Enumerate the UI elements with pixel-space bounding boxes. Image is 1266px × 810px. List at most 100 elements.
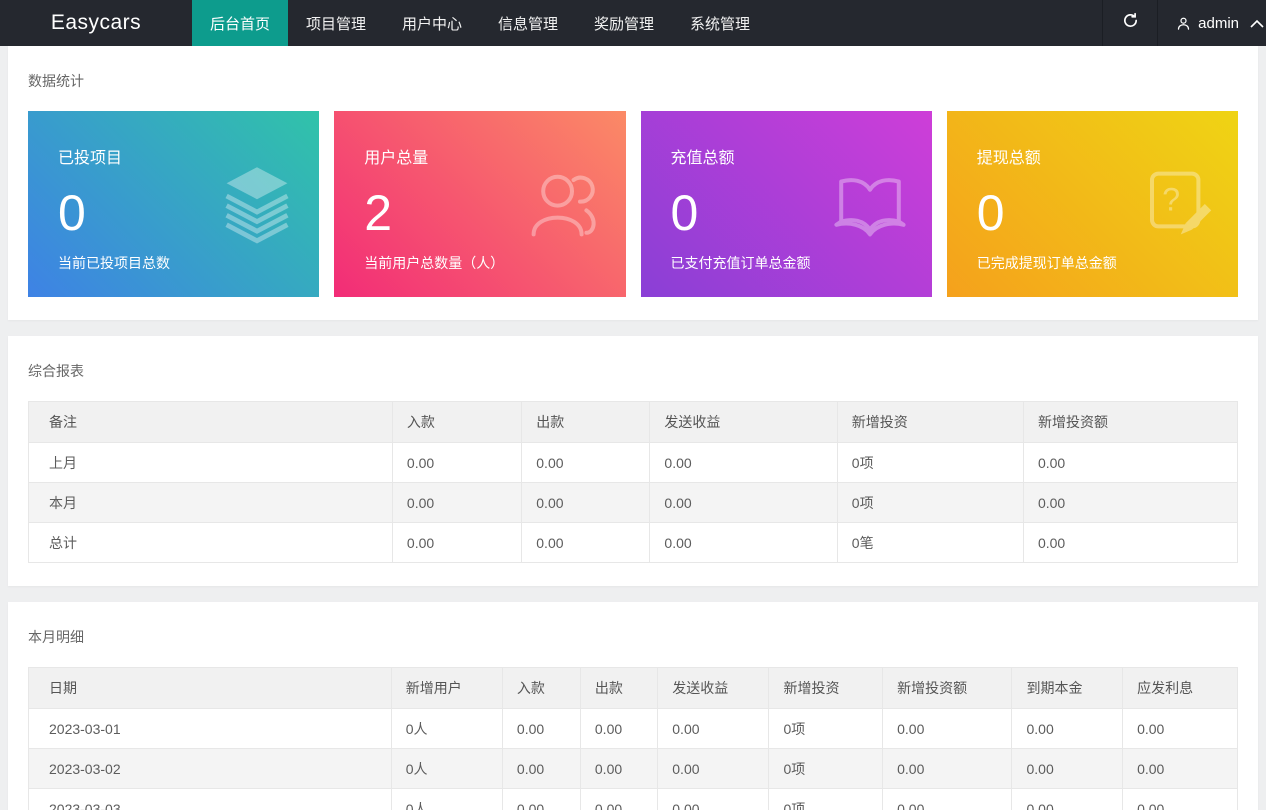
svg-text:?: ? (1162, 181, 1180, 217)
table-cell: 0.00 (1022, 482, 1239, 523)
summary-section-title: 综合报表 (28, 363, 84, 379)
table-cell: 0.00 (521, 522, 651, 563)
table-row: 2023-03-02 0人 0.00 0.00 0.00 0项 0.00 0.00 0.00 (28, 748, 1238, 789)
table-row: 2023-03-01 0人 0.00 0.00 0.00 0项 0.00 0.00 0.00 (28, 708, 1238, 749)
stats-panel: 数据统计 已投项目 0 当前已投项目总数 用户总量 2 当前用户总数量（人） 充… (8, 46, 1258, 320)
table-cell: 0人 (390, 708, 503, 749)
table-cell: 0.00 (649, 482, 838, 523)
table-cell: 0.00 (657, 788, 770, 810)
table-cell: 0.00 (501, 788, 581, 810)
table-cell: 上月 (28, 442, 393, 483)
table-cell: 0.00 (1122, 708, 1238, 749)
table-cell: 0.00 (1011, 788, 1124, 810)
username-label: admin (1198, 14, 1239, 32)
stat-card-projects: 已投项目 0 当前已投项目总数 (28, 111, 320, 297)
navbar-right: admin (1102, 0, 1266, 46)
table-cell: 0.00 (657, 708, 770, 749)
chevron-up-icon (1250, 19, 1264, 28)
table-cell: 0.00 (391, 522, 523, 563)
table-cell: 0.00 (1011, 748, 1124, 789)
table-header-row: 日期 新增用户 入款 出款 发送收益 新增投资 新增投资额 到期本金 应发利息 (28, 667, 1238, 709)
column-header: 出款 (579, 667, 659, 709)
column-header: 新增投资额 (1022, 401, 1239, 443)
table-cell: 2023-03-02 (28, 748, 392, 789)
table-cell: 0.00 (579, 708, 659, 749)
table-cell: 0人 (390, 788, 503, 810)
main-menu: 后台首页 项目管理 用户中心 信息管理 奖励管理 系统管理 (192, 0, 768, 46)
column-header: 出款 (521, 401, 651, 443)
table-cell: 0.00 (521, 482, 651, 523)
table-cell: 0.00 (649, 442, 838, 483)
column-header: 新增投资 (768, 667, 884, 709)
table-cell: 0项 (768, 748, 884, 789)
table-cell: 0项 (836, 482, 1024, 523)
nav-item-system[interactable]: 系统管理 (672, 0, 768, 46)
table-cell: 0.00 (1122, 748, 1238, 789)
summary-report-panel: 综合报表 备注 入款 出款 发送收益 新增投资 新增投资额 上月 0.00 0.00 0.00 0项… (8, 336, 1258, 586)
nav-item-rewards[interactable]: 奖励管理 (576, 0, 672, 46)
stats-section-title: 数据统计 (28, 73, 84, 89)
table-cell: 0.00 (1022, 522, 1239, 563)
refresh-button[interactable] (1102, 0, 1159, 46)
user-menu[interactable]: admin (1158, 0, 1266, 46)
month-detail-table: 日期 新增用户 入款 出款 发送收益 新增投资 新增投资额 到期本金 应发利息 2023-03-0… (28, 667, 1238, 810)
nav-item-users[interactable]: 用户中心 (384, 0, 480, 46)
table-cell: 0.00 (391, 442, 523, 483)
table-cell: 0笔 (836, 522, 1024, 563)
detail-section-title: 本月明细 (28, 629, 84, 645)
table-row: 总计 0.00 0.00 0.00 0笔 0.00 (28, 522, 1239, 563)
users-icon (524, 162, 604, 246)
table-cell: 0.00 (649, 522, 838, 563)
nav-item-projects[interactable]: 项目管理 (288, 0, 384, 46)
document-question-pencil-icon: ? (1136, 162, 1216, 246)
stat-card-description: 已支付充值订单总金额 (670, 255, 811, 271)
table-cell: 0.00 (1011, 708, 1124, 749)
layers-icon (217, 162, 297, 246)
table-cell: 0.00 (882, 708, 1013, 749)
table-cell: 0.00 (579, 788, 659, 810)
table-cell: 0.00 (521, 442, 651, 483)
column-header: 新增投资额 (882, 667, 1013, 709)
table-cell: 总计 (28, 522, 393, 563)
stat-card-users: 用户总量 2 当前用户总数量（人） (334, 111, 626, 297)
stat-cards: 已投项目 0 当前已投项目总数 用户总量 2 当前用户总数量（人） 充值总额 0… (28, 111, 1238, 297)
top-navbar: Easycars 后台首页 项目管理 用户中心 信息管理 奖励管理 系统管理 a… (0, 0, 1266, 46)
stat-card-description: 已完成提现订单总金额 (976, 255, 1117, 271)
table-cell: 2023-03-01 (28, 708, 392, 749)
table-cell: 0.00 (501, 748, 581, 789)
table-cell: 0人 (390, 748, 503, 789)
table-cell: 0项 (768, 708, 884, 749)
table-cell: 0.00 (1122, 788, 1238, 810)
stat-card-withdraw: 提现总额 0 已完成提现订单总金额 ? (946, 111, 1238, 297)
table-cell: 0.00 (579, 748, 659, 789)
table-cell: 0.00 (882, 748, 1013, 789)
refresh-icon (1122, 12, 1139, 34)
stat-card-recharge: 充值总额 0 已支付充值订单总金额 (640, 111, 932, 297)
table-row: 上月 0.00 0.00 0.00 0项 0.00 (28, 442, 1239, 483)
column-header: 发送收益 (649, 401, 838, 443)
summary-report-table: 备注 入款 出款 发送收益 新增投资 新增投资额 上月 0.00 0.00 0.00 0项 0.00 本… (28, 401, 1239, 563)
stat-card-description: 当前已投项目总数 (58, 255, 170, 271)
nav-item-information[interactable]: 信息管理 (480, 0, 576, 46)
column-header: 发送收益 (657, 667, 770, 709)
column-header: 日期 (28, 667, 392, 709)
table-cell: 本月 (28, 482, 393, 523)
open-book-icon (830, 162, 910, 246)
column-header: 入款 (501, 667, 581, 709)
brand-logo: Easycars (50, 11, 142, 34)
nav-item-dashboard[interactable]: 后台首页 (192, 0, 288, 46)
table-cell: 0.00 (391, 482, 523, 523)
column-header: 新增用户 (390, 667, 503, 709)
column-header: 入款 (391, 401, 523, 443)
table-cell: 0.00 (501, 708, 581, 749)
table-cell: 0项 (768, 788, 884, 810)
month-detail-panel: 本月明细 日期 新增用户 入款 出款 发送收益 新增投资 新增投资额 到期本金 应发利息 2023… (8, 602, 1258, 810)
table-cell: 0.00 (1022, 442, 1239, 483)
column-header: 到期本金 (1011, 667, 1124, 709)
user-icon (1176, 16, 1191, 31)
stat-card-description: 当前用户总数量（人） (364, 255, 505, 271)
table-row: 2023-03-03 0人 0.00 0.00 0.00 0项 0.00 0.00 0.00 (28, 788, 1238, 810)
table-cell: 0.00 (882, 788, 1013, 810)
column-header: 备注 (28, 401, 393, 443)
table-row: 本月 0.00 0.00 0.00 0项 0.00 (28, 482, 1239, 523)
